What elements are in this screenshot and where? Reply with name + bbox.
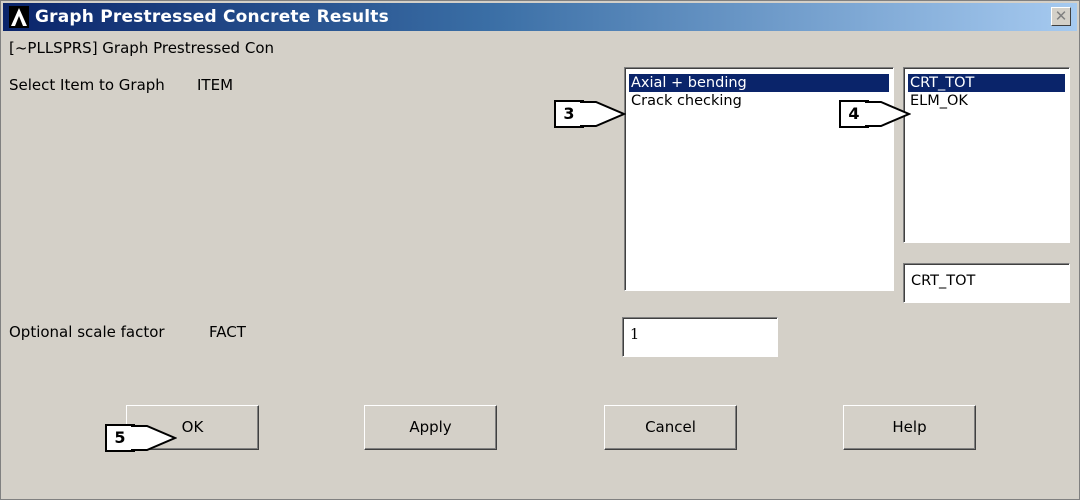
callout-4-arrow-icon [865, 101, 911, 127]
window-title: Graph Prestressed Concrete Results [35, 7, 389, 27]
fact-param-label: FACT [209, 323, 246, 341]
item-component-list[interactable]: CRT_TOT ELM_OK [903, 67, 1070, 243]
component-selection-field[interactable]: CRT_TOT [903, 263, 1070, 303]
callout-5-arrow-icon [131, 425, 177, 451]
apply-button[interactable]: Apply [364, 405, 497, 450]
item-label: Select Item to Graph [9, 76, 165, 94]
callout-3-arrow-icon [580, 101, 626, 127]
title-bar[interactable]: Graph Prestressed Concrete Results ✕ [3, 3, 1077, 31]
scale-factor-input[interactable]: 1 [622, 317, 778, 357]
list-item-crt-tot[interactable]: CRT_TOT [908, 74, 1065, 92]
close-button[interactable]: ✕ [1051, 7, 1071, 26]
command-label: [~PLLSPRS] Graph Prestressed Con [9, 39, 275, 57]
list-item-elm-ok[interactable]: ELM_OK [908, 92, 1065, 110]
ansys-logo-icon [9, 6, 29, 28]
component-selection-value: CRT_TOT [911, 273, 976, 289]
fact-label: Optional scale factor [9, 323, 165, 341]
graph-prestressed-dialog: Graph Prestressed Concrete Results ✕ [~P… [0, 0, 1080, 500]
help-button[interactable]: Help [843, 405, 976, 450]
item-param-label: ITEM [197, 76, 234, 94]
list-item-axial-bending[interactable]: Axial + bending [629, 74, 889, 92]
cancel-button[interactable]: Cancel [604, 405, 737, 450]
scale-factor-value: 1 [630, 327, 640, 343]
